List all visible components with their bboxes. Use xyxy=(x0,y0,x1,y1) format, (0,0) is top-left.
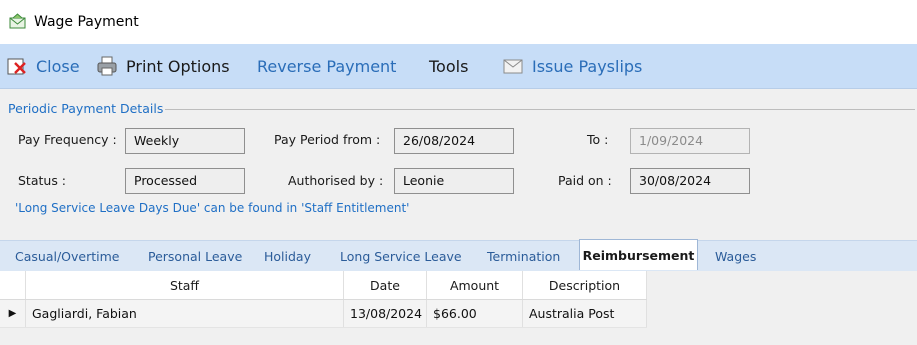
tab-reimbursement[interactable]: Reimbursement xyxy=(579,239,698,270)
tab-casual-overtime[interactable]: Casual/Overtime xyxy=(15,249,119,264)
window-title: Wage Payment xyxy=(34,14,139,30)
status-field[interactable]: Processed xyxy=(125,168,245,194)
tools-label: Tools xyxy=(429,56,469,76)
paid-on-label: Paid on : xyxy=(558,173,612,188)
grid-header-indicator xyxy=(0,271,26,299)
row-indicator-icon: ▶ xyxy=(0,300,26,327)
tab-long-service-leave[interactable]: Long Service Leave xyxy=(340,249,462,264)
close-label: Close xyxy=(36,56,80,76)
pay-frequency-label: Pay Frequency : xyxy=(18,132,117,147)
entitlement-note: 'Long Service Leave Days Due' can be fou… xyxy=(15,201,410,215)
pay-frequency-field[interactable]: Weekly xyxy=(125,128,245,154)
tab-wages[interactable]: Wages xyxy=(715,249,756,264)
cell-amount[interactable]: $66.00 xyxy=(427,300,523,327)
print-options-button[interactable]: Print Options xyxy=(96,44,230,88)
tab-personal-leave[interactable]: Personal Leave xyxy=(148,249,242,264)
tab-holiday[interactable]: Holiday xyxy=(264,249,311,264)
pay-period-from-label: Pay Period from : xyxy=(274,132,381,147)
column-header-date[interactable]: Date xyxy=(344,271,427,299)
cell-staff[interactable]: Gagliardi, Fabian xyxy=(26,300,344,327)
authorised-by-field[interactable]: Leonie xyxy=(394,168,514,194)
toolbar: Close Print Options Reverse Payment Tool… xyxy=(0,44,917,89)
pay-period-from-field[interactable]: 26/08/2024 xyxy=(394,128,514,154)
column-header-staff[interactable]: Staff xyxy=(26,271,344,299)
tab-termination[interactable]: Termination xyxy=(487,249,560,264)
status-label: Status : xyxy=(18,173,67,188)
reverse-payment-label: Reverse Payment xyxy=(257,56,397,76)
issue-payslips-button[interactable]: Issue Payslips xyxy=(502,44,642,88)
close-icon xyxy=(7,58,26,75)
group-divider xyxy=(165,109,915,110)
cell-description[interactable]: Australia Post xyxy=(523,300,647,327)
grid-header: Staff Date Amount Description xyxy=(0,271,647,300)
table-row[interactable]: ▶ Gagliardi, Fabian 13/08/2024 $66.00 Au… xyxy=(0,300,647,328)
column-header-amount[interactable]: Amount xyxy=(427,271,523,299)
envelope-icon xyxy=(9,13,26,29)
reverse-payment-button[interactable]: Reverse Payment xyxy=(257,44,396,88)
reimbursement-grid: Staff Date Amount Description ▶ Gagliard… xyxy=(0,271,917,345)
printer-icon xyxy=(97,56,117,76)
cell-date[interactable]: 13/08/2024 xyxy=(344,300,427,327)
envelope-icon xyxy=(503,59,523,74)
to-label: To : xyxy=(587,132,609,147)
group-title: Periodic Payment Details xyxy=(8,101,164,116)
print-options-label: Print Options xyxy=(126,56,230,76)
close-button[interactable]: Close xyxy=(6,44,80,88)
title-bar: Wage Payment xyxy=(0,0,917,45)
authorised-by-label: Authorised by : xyxy=(288,173,384,188)
column-header-description[interactable]: Description xyxy=(523,271,647,299)
tab-strip: Casual/Overtime Personal Leave Holiday L… xyxy=(0,239,917,272)
paid-on-field[interactable]: 30/08/2024 xyxy=(630,168,750,194)
issue-payslips-label: Issue Payslips xyxy=(532,56,643,76)
tools-button[interactable]: Tools xyxy=(429,44,468,88)
to-field[interactable]: 1/09/2024 xyxy=(630,128,750,154)
